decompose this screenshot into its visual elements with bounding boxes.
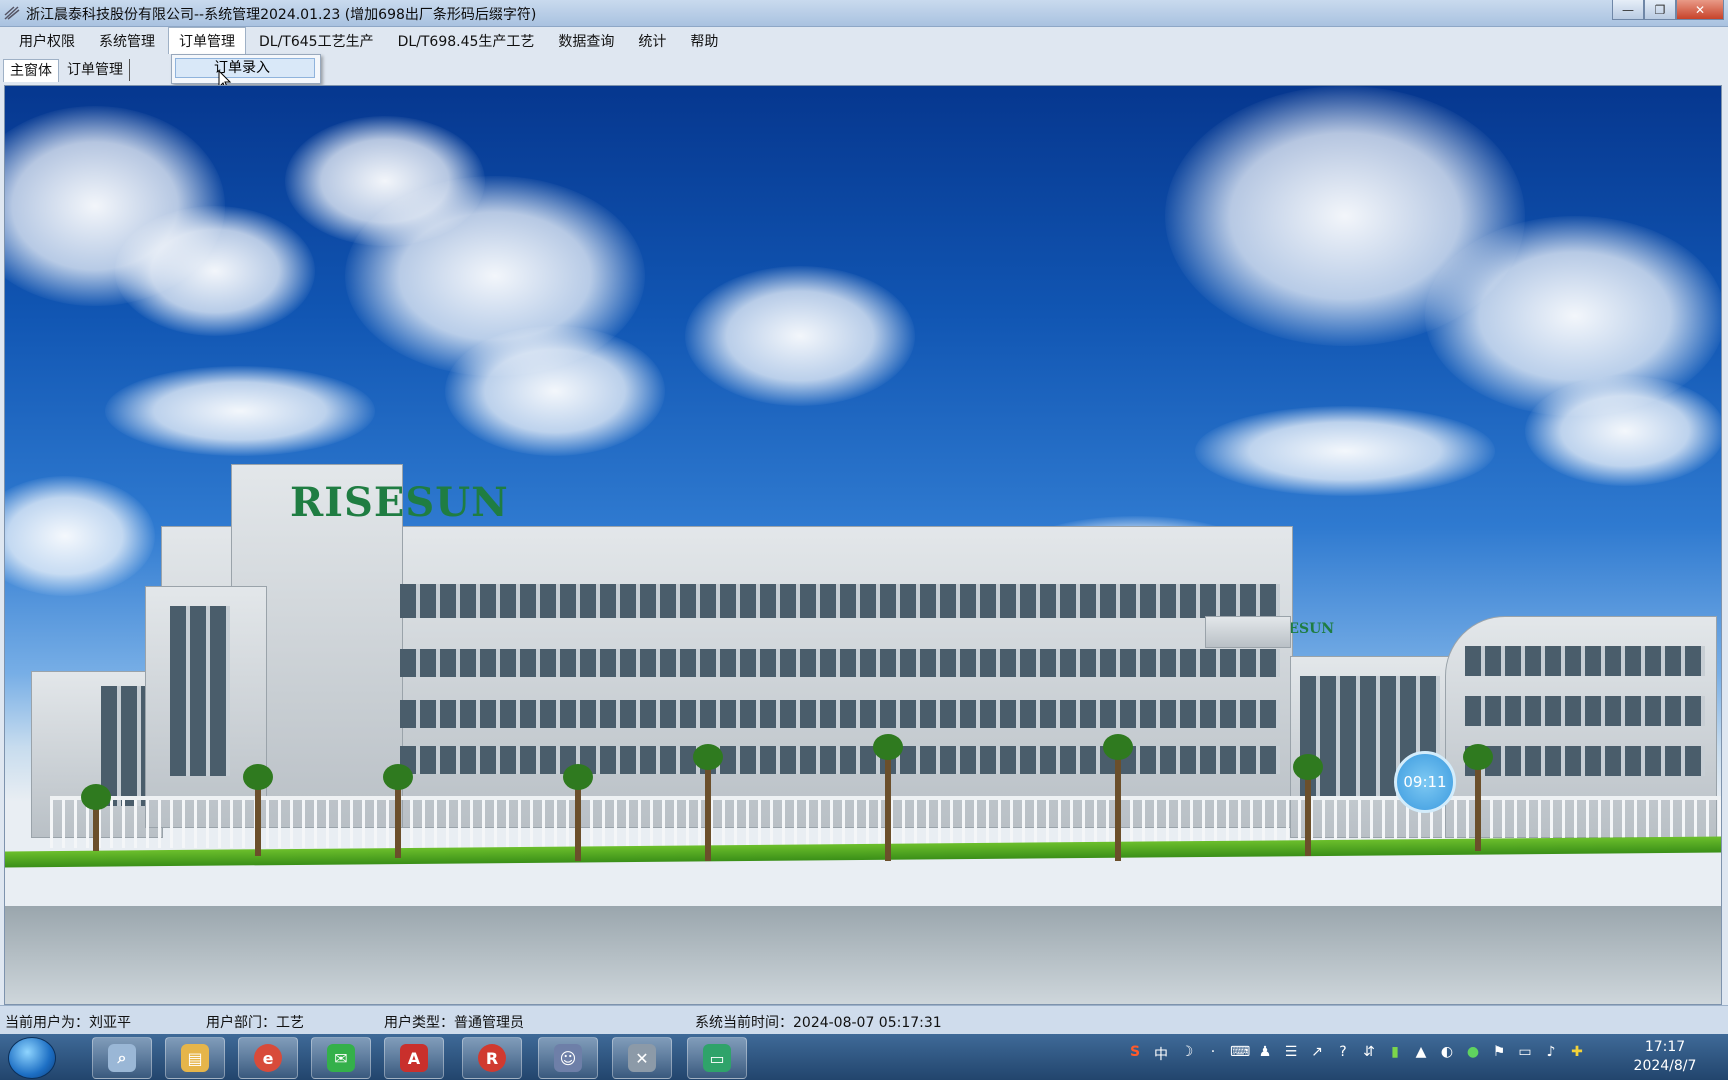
status-bar: 当前用户为：刘亚平 用户部门：工艺 用户类型：普通管理员 系统当前时间：2024… [0, 1005, 1728, 1035]
taskbar-search-icon[interactable]: ⌕ [92, 1037, 152, 1079]
tray-network-icon[interactable]: ▭ [1516, 1044, 1534, 1064]
taskbar: ⌕ ▤ e ✉ A R ☺ ✕ ▭ S 中 ☽ · ⌨ ♟ ☰ ↗ ? ⇵ ▮ … [0, 1034, 1728, 1080]
tab-main-window[interactable]: 主窗体 [3, 59, 59, 82]
tray-share-icon[interactable]: ↗ [1308, 1044, 1326, 1064]
tray-sogou-icon[interactable]: S [1126, 1044, 1144, 1064]
taskbar-wechat-icon[interactable]: ✉ [311, 1037, 371, 1079]
menu-help[interactable]: 帮助 [679, 28, 729, 54]
maximize-button[interactable]: ❐ [1644, 0, 1676, 20]
system-tray: S 中 ☽ · ⌨ ♟ ☰ ↗ ? ⇵ ▮ ▲ ◐ ● ⚑ ▭ ♪ ✚ [1126, 1044, 1586, 1064]
taskbar-tools-icon[interactable]: ✕ [612, 1037, 672, 1079]
menu-dlt645-production[interactable]: DL/T645工艺生产 [248, 28, 385, 54]
title-bar: 浙江晨泰科技股份有限公司--系统管理2024.01.23 (增加698出厂条形码… [0, 0, 1728, 27]
floating-clock-badge[interactable]: 09:11 [1394, 751, 1456, 813]
minimize-button[interactable]: — [1612, 0, 1644, 20]
order-management-dropdown: 订单录入 [171, 54, 321, 84]
taskbar-risesun-icon[interactable]: R [462, 1037, 522, 1079]
tray-plus-icon[interactable]: ✚ [1568, 1044, 1586, 1064]
taskbar-wechat-work-icon[interactable]: ▭ [687, 1037, 747, 1079]
tray-help-icon[interactable]: ? [1334, 1044, 1352, 1064]
menu-system-management[interactable]: 系统管理 [88, 28, 166, 54]
app-icon [4, 6, 20, 20]
menu-dlt698-production[interactable]: DL/T698.45生产工艺 [387, 28, 546, 54]
menu-data-query[interactable]: 数据查询 [547, 28, 625, 54]
menu-statistics[interactable]: 统计 [627, 28, 677, 54]
tab-order-management[interactable]: 订单管理 [61, 59, 130, 81]
status-system-time: 系统当前时间：2024-08-07 05:17:31 [695, 1015, 942, 1031]
tray-keyboard-icon[interactable]: ⌨ [1230, 1044, 1250, 1064]
status-user-type: 用户类型：普通管理员 [384, 1015, 524, 1031]
start-button[interactable] [8, 1037, 56, 1079]
tray-volume-icon[interactable]: ♪ [1542, 1044, 1560, 1064]
menu-bar: 用户权限 系统管理 订单管理 DL/T645工艺生产 DL/T698.45生产工… [0, 27, 1728, 54]
status-current-user: 当前用户为：刘亚平 [5, 1015, 131, 1031]
taskbar-user-tool-icon[interactable]: ☺ [538, 1037, 598, 1079]
taskbar-pdf-icon[interactable]: A [384, 1037, 444, 1079]
tray-app-icon[interactable]: ◐ [1438, 1044, 1456, 1064]
tray-expand-icon[interactable]: ▲ [1412, 1044, 1430, 1064]
window-title: 浙江晨泰科技股份有限公司--系统管理2024.01.23 (增加698出厂条形码… [26, 7, 537, 23]
tray-wechat-icon[interactable]: ● [1464, 1044, 1482, 1064]
taskbar-clock[interactable]: 17:17 2024/8/7 [1620, 1038, 1710, 1076]
tray-dot-icon[interactable]: · [1204, 1044, 1222, 1064]
taskbar-file-explorer-icon[interactable]: ▤ [165, 1037, 225, 1079]
tray-flag-icon[interactable]: ⚑ [1490, 1044, 1508, 1064]
tray-battery-icon[interactable]: ▮ [1386, 1044, 1404, 1064]
menu-user-permissions[interactable]: 用户权限 [8, 28, 86, 54]
window-controls: — ❐ ✕ [1612, 0, 1724, 20]
tray-ime-icon[interactable]: 中 [1152, 1044, 1170, 1064]
menu-order-management[interactable]: 订单管理 [168, 27, 246, 54]
clock-date: 2024/8/7 [1633, 1058, 1697, 1074]
tray-user-icon[interactable]: ♟ [1256, 1044, 1274, 1064]
risesun-sign: RISESUN [290, 479, 509, 526]
tray-moon-icon[interactable]: ☽ [1178, 1044, 1196, 1064]
tray-sync-icon[interactable]: ⇵ [1360, 1044, 1378, 1064]
clock-time: 17:17 [1644, 1039, 1686, 1055]
close-button[interactable]: ✕ [1676, 0, 1724, 20]
taskbar-chrome-icon[interactable]: e [238, 1037, 298, 1079]
menu-item-order-entry[interactable]: 订单录入 [175, 58, 315, 78]
status-department: 用户部门：工艺 [206, 1015, 304, 1031]
tray-menu-icon[interactable]: ☰ [1282, 1044, 1300, 1064]
main-window-background: RISESUN RISESUN 09:11 [4, 85, 1722, 1005]
